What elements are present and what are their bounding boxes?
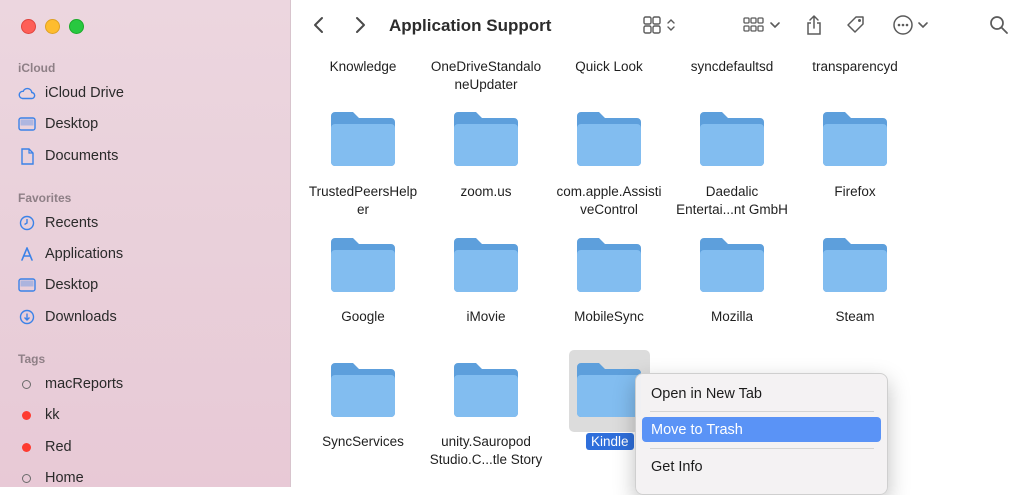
sidebar-item-label: Downloads [45, 309, 117, 325]
sidebar: iCloud iCloud Drive Desktop Documents Fa… [0, 0, 291, 487]
file-label-daedalic[interactable]: Daedalic Entertai...nt GmbH [670, 183, 794, 219]
zoom-window-button[interactable] [69, 19, 84, 34]
tag-icon [845, 14, 867, 41]
tag-hollow-icon [18, 375, 36, 393]
folder-icon[interactable] [575, 361, 643, 419]
download-icon [18, 308, 36, 326]
file-label-firefox[interactable]: Firefox [793, 183, 917, 201]
tags-button[interactable] [845, 14, 867, 40]
sidebar-section-favorites: Favorites [18, 191, 72, 205]
file-label-imovie[interactable]: iMovie [424, 308, 548, 326]
menu-separator [650, 411, 874, 412]
file-label-unity-sauropod[interactable]: unity.Sauropod Studio.C...tle Story [424, 433, 548, 469]
sidebar-item-label: iCloud Drive [45, 85, 124, 101]
minimize-window-button[interactable] [45, 19, 60, 34]
back-button[interactable] [313, 14, 325, 40]
chevron-left-icon [313, 16, 325, 39]
sidebar-tag-macreports[interactable]: macReports [18, 371, 123, 397]
sidebar-item-desktop-icloud[interactable]: Desktop [18, 111, 98, 137]
folder-icon[interactable] [575, 110, 643, 168]
menu-item-open-in-new-tab[interactable]: Open in New Tab [642, 381, 881, 406]
sidebar-tag-kk[interactable]: kk [18, 402, 60, 428]
folder-icon[interactable] [821, 236, 889, 294]
tag-red-icon [18, 438, 36, 456]
tag-red-icon [18, 406, 36, 424]
file-label-assistivecontrol[interactable]: com.apple.Assisti veControl [547, 183, 671, 219]
folder-icon[interactable] [329, 110, 397, 168]
forward-button[interactable] [354, 14, 366, 40]
file-label-syncdefaultsd[interactable]: syncdefaultsd [670, 58, 794, 76]
sidebar-item-label: Applications [45, 246, 124, 262]
folder-icon[interactable] [452, 361, 520, 419]
folder-icon[interactable] [821, 110, 889, 168]
file-label-mobilesync[interactable]: MobileSync [547, 308, 671, 326]
folder-icon[interactable] [329, 236, 397, 294]
sidebar-item-icloud-drive[interactable]: iCloud Drive [18, 80, 124, 106]
ellipsis-circle-icon [892, 14, 932, 41]
desktop-icon [18, 115, 36, 133]
sidebar-item-label: kk [45, 407, 60, 423]
sidebar-item-label: macReports [45, 376, 124, 392]
context-menu: Open in New Tab Move to Trash Get Info [635, 373, 888, 495]
sidebar-item-applications[interactable]: Applications [18, 241, 123, 267]
sidebar-item-documents[interactable]: Documents [18, 143, 118, 169]
file-label-quicklook[interactable]: Quick Look [547, 58, 671, 76]
file-label-zoom[interactable]: zoom.us [424, 183, 548, 201]
window-controls [21, 19, 84, 34]
file-label-kindle-selected[interactable]: Kindle [586, 433, 634, 450]
sidebar-item-label: Documents [45, 148, 119, 164]
folder-icon[interactable] [575, 236, 643, 294]
file-label-steam[interactable]: Steam [793, 308, 917, 326]
chevron-right-icon [354, 16, 366, 39]
sidebar-item-label: Home [45, 470, 84, 486]
sidebar-tag-red[interactable]: Red [18, 434, 72, 460]
file-label-mozilla[interactable]: Mozilla [670, 308, 794, 326]
share-button[interactable] [805, 14, 823, 40]
folder-icon[interactable] [452, 236, 520, 294]
cloud-icon [18, 84, 36, 102]
sidebar-section-tags: Tags [18, 352, 46, 366]
close-window-button[interactable] [21, 19, 36, 34]
file-label-syncservices[interactable]: SyncServices [301, 433, 425, 451]
desktop-icon [18, 276, 36, 294]
search-icon [989, 15, 1009, 40]
file-label-transparencyd[interactable]: transparencyd [793, 58, 917, 76]
menu-item-move-to-trash[interactable]: Move to Trash [642, 417, 881, 442]
search-button[interactable] [989, 14, 1009, 40]
file-label-google[interactable]: Google [301, 308, 425, 326]
file-label-knowledge[interactable]: Knowledge [301, 58, 425, 76]
more-actions-button[interactable] [892, 14, 932, 40]
window-title: Application Support [389, 16, 552, 35]
file-label-onedrive[interactable]: OneDriveStandalo neUpdater [424, 58, 548, 94]
share-icon [805, 14, 823, 41]
file-label-trustedpeershelper[interactable]: TrustedPeersHelp er [301, 183, 425, 219]
icon-view-grid-icon [643, 15, 679, 40]
applications-icon [18, 245, 36, 263]
clock-icon [18, 214, 36, 232]
sidebar-tag-home[interactable]: Home [18, 465, 84, 491]
document-icon [18, 147, 36, 165]
group-grid-icon [743, 15, 783, 40]
sidebar-item-downloads[interactable]: Downloads [18, 304, 117, 330]
view-mode-button[interactable] [643, 14, 679, 40]
sidebar-item-label: Desktop [45, 277, 99, 293]
sidebar-item-label: Desktop [45, 116, 99, 132]
folder-icon[interactable] [698, 110, 766, 168]
sidebar-item-label: Recents [45, 215, 99, 231]
group-button[interactable] [743, 14, 783, 40]
tag-hollow-icon [18, 469, 36, 487]
folder-icon[interactable] [698, 236, 766, 294]
sidebar-item-desktop[interactable]: Desktop [18, 272, 98, 298]
menu-item-get-info[interactable]: Get Info [642, 454, 881, 479]
menu-separator [650, 448, 874, 449]
sidebar-item-recents[interactable]: Recents [18, 210, 98, 236]
folder-icon[interactable] [452, 110, 520, 168]
folder-icon[interactable] [329, 361, 397, 419]
sidebar-section-icloud: iCloud [18, 61, 56, 75]
sidebar-item-label: Red [45, 439, 72, 455]
